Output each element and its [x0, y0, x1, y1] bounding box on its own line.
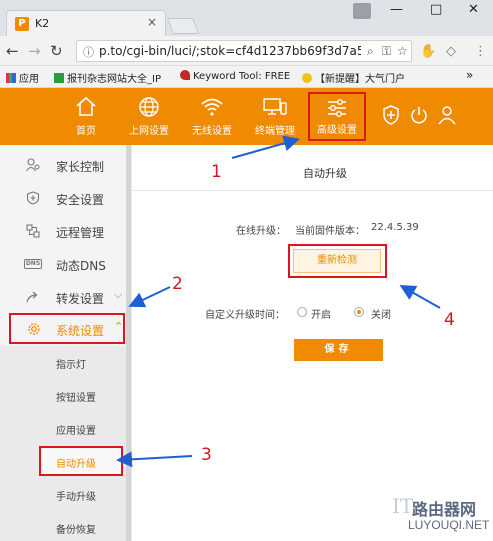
arrow-4 [399, 285, 441, 309]
callout-2: 2 [172, 274, 183, 294]
callout-4: 4 [444, 310, 455, 330]
callout-1: 1 [211, 162, 222, 182]
arrow-2 [128, 286, 171, 308]
arrow-3 [116, 451, 193, 468]
callout-3: 3 [201, 445, 212, 465]
watermark-it: IT [392, 494, 414, 518]
watermark-brand: 路由器网 [412, 500, 477, 519]
arrow-1 [231, 135, 300, 159]
watermark-domain: LUYOUQI.NET [408, 518, 490, 532]
annotation-arrows [116, 135, 441, 468]
